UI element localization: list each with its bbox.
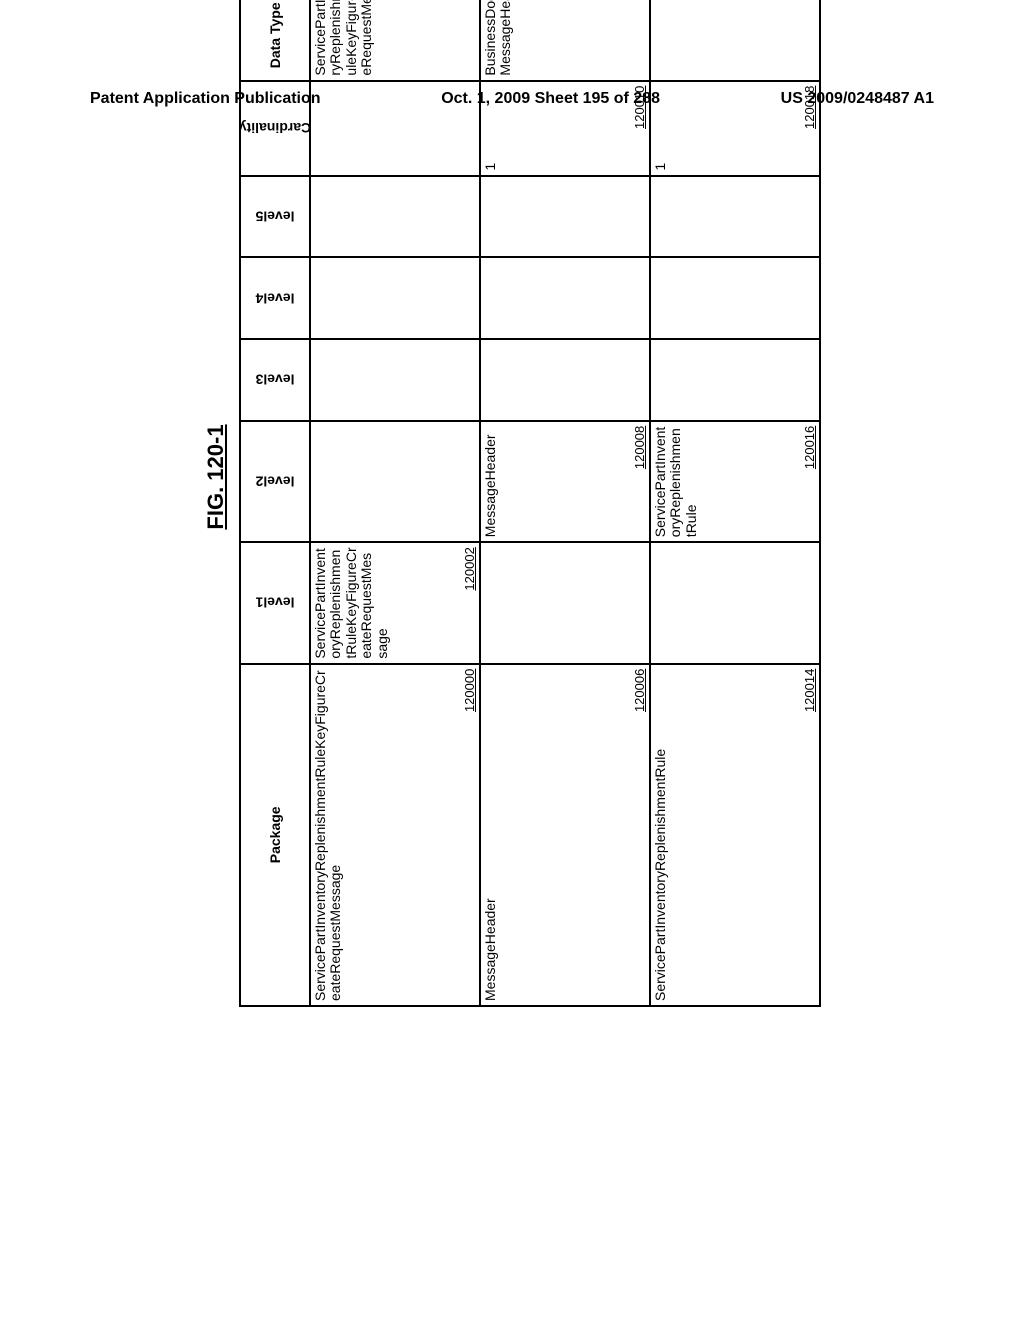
col-level1: level1	[240, 542, 310, 663]
cell-cardinality: 1 120018	[650, 81, 820, 176]
figure-label: FIG. 120-1	[203, 424, 229, 529]
table-row: ServicePartInventoryReplenishmentRuleKey…	[310, 0, 480, 1006]
col-level3: level3	[240, 339, 310, 421]
col-level2: level2	[240, 421, 310, 542]
col-level4: level4	[240, 257, 310, 339]
cell-level3	[480, 339, 650, 421]
cell-level2	[310, 421, 480, 542]
cell-cardinality: 1 120010	[480, 81, 650, 176]
cell-level1	[480, 542, 650, 663]
cell-level5	[310, 176, 480, 258]
table-header-row: Package level1 level2 level3 level4 leve…	[240, 0, 310, 1006]
cell-level4	[310, 257, 480, 339]
col-cardinality: Cardinality	[240, 81, 310, 176]
cell-level4	[480, 257, 650, 339]
cell-level2: MessageHeader 120008	[480, 421, 650, 542]
table-row: MessageHeader 120006 MessageHeader 12000…	[480, 0, 650, 1006]
cell-datatype: BusinessDocumentMessageHeader 120012	[480, 0, 650, 81]
cell-level1	[650, 542, 820, 663]
col-package: Package	[240, 664, 310, 1006]
col-datatype: Data Type Name	[240, 0, 310, 81]
data-table: Package level1 level2 level3 level4 leve…	[239, 0, 821, 1007]
cell-package: ServicePartInventoryReplenishmentRuleKey…	[310, 664, 480, 1006]
cell-level5	[480, 176, 650, 258]
cell-package: ServicePartInventoryReplenishmentRule 12…	[650, 664, 820, 1006]
cell-level2: ServicePartInventoryReplenishmentRule 12…	[650, 421, 820, 542]
col-level5: level5	[240, 176, 310, 258]
table-row: ServicePartInventoryReplenishmentRule 12…	[650, 0, 820, 1006]
cell-level1: ServicePartInventoryReplenishmentRuleKey…	[310, 542, 480, 663]
cell-package: MessageHeader 120006	[480, 664, 650, 1006]
cell-datatype: ServicePartInventoryReplenishmentRuleKey…	[310, 0, 480, 81]
cell-level3	[310, 339, 480, 421]
cell-datatype	[650, 0, 820, 81]
cell-level3	[650, 339, 820, 421]
cell-cardinality	[310, 81, 480, 176]
cell-level5	[650, 176, 820, 258]
cell-level4	[650, 257, 820, 339]
